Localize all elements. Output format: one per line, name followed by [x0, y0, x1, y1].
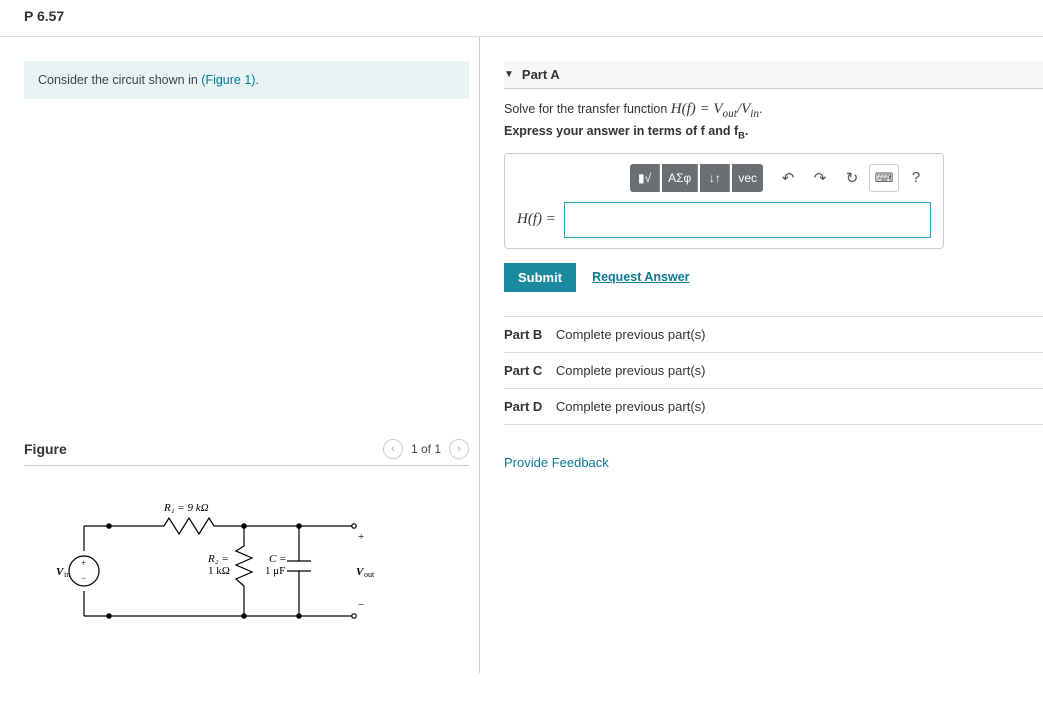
part-b-label: Part B: [504, 327, 542, 342]
svg-text:+: +: [358, 531, 364, 543]
help-icon[interactable]: ?: [901, 164, 931, 192]
subscript-button[interactable]: ↓↑: [700, 164, 730, 192]
part-c-msg: Complete previous part(s): [556, 363, 706, 378]
part-d-label: Part D: [504, 399, 542, 414]
svg-text:R₁ = 9 kΩ: R₁ = 9 kΩ: [163, 502, 209, 514]
redo-icon[interactable]: ↷: [805, 164, 835, 192]
undo-icon[interactable]: ↶: [773, 164, 803, 192]
figure-prev-button[interactable]: ‹: [383, 439, 403, 459]
circuit-diagram: R₁ = 9 kΩ R₂ = 1 kΩ C = 1 μF Vin Vout + …: [24, 496, 469, 649]
vec-button[interactable]: vec: [732, 164, 763, 192]
svg-text:R₂ =: R₂ =: [207, 553, 229, 565]
right-column: ▼ Part A Solve for the transfer function…: [480, 37, 1043, 673]
instructions-prefix: Consider the circuit shown in: [38, 73, 201, 87]
figure-counter: 1 of 1: [411, 442, 441, 456]
instructions-suffix: .: [255, 73, 258, 87]
figure-nav: ‹ 1 of 1 ›: [383, 439, 469, 459]
part-a-header[interactable]: ▼ Part A: [504, 61, 1043, 89]
keyboard-icon[interactable]: ⌨: [869, 164, 899, 192]
svg-text:1 μF: 1 μF: [265, 565, 285, 577]
figure-next-button[interactable]: ›: [449, 439, 469, 459]
svg-text:out: out: [364, 570, 375, 579]
templates-button[interactable]: ▮√: [630, 164, 660, 192]
part-c-label: Part C: [504, 363, 542, 378]
collapse-icon: ▼: [504, 69, 514, 80]
svg-text:−: −: [358, 599, 364, 611]
submit-button[interactable]: Submit: [504, 263, 576, 292]
instructions-box: Consider the circuit shown in (Figure 1)…: [24, 61, 469, 99]
part-d-row: Part D Complete previous part(s): [504, 389, 1043, 425]
greek-button[interactable]: ΑΣφ: [662, 164, 698, 192]
part-a-label: Part A: [522, 67, 560, 82]
problem-id: P 6.57: [0, 0, 1043, 37]
svg-text:+: +: [81, 558, 86, 568]
part-b-row: Part B Complete previous part(s): [504, 316, 1043, 353]
part-d-msg: Complete previous part(s): [556, 399, 706, 414]
figure-link[interactable]: (Figure 1): [201, 73, 255, 87]
question-hint: Express your answer in terms of f and fB…: [504, 124, 1043, 141]
equation-toolbar: ▮√ ΑΣφ ↓↑ vec ↶ ↷ ↻ ⌨ ?: [517, 164, 931, 192]
svg-text:C =: C =: [269, 553, 287, 565]
svg-text:1 kΩ: 1 kΩ: [208, 565, 230, 577]
part-c-row: Part C Complete previous part(s): [504, 353, 1043, 389]
left-column: Consider the circuit shown in (Figure 1)…: [0, 37, 480, 673]
answer-lhs: H(f) =: [517, 211, 556, 228]
answer-input[interactable]: [564, 202, 931, 238]
answer-box: ▮√ ΑΣφ ↓↑ vec ↶ ↷ ↻ ⌨ ? H(f) =: [504, 153, 944, 249]
part-b-msg: Complete previous part(s): [556, 327, 706, 342]
svg-text:−: −: [81, 573, 86, 583]
figure-title: Figure: [24, 441, 67, 457]
svg-text:in: in: [64, 570, 70, 579]
question-text: Solve for the transfer function H(f) = V…: [504, 101, 1043, 120]
reset-icon[interactable]: ↻: [837, 164, 867, 192]
provide-feedback-link[interactable]: Provide Feedback: [504, 455, 1043, 470]
request-answer-link[interactable]: Request Answer: [592, 270, 689, 284]
